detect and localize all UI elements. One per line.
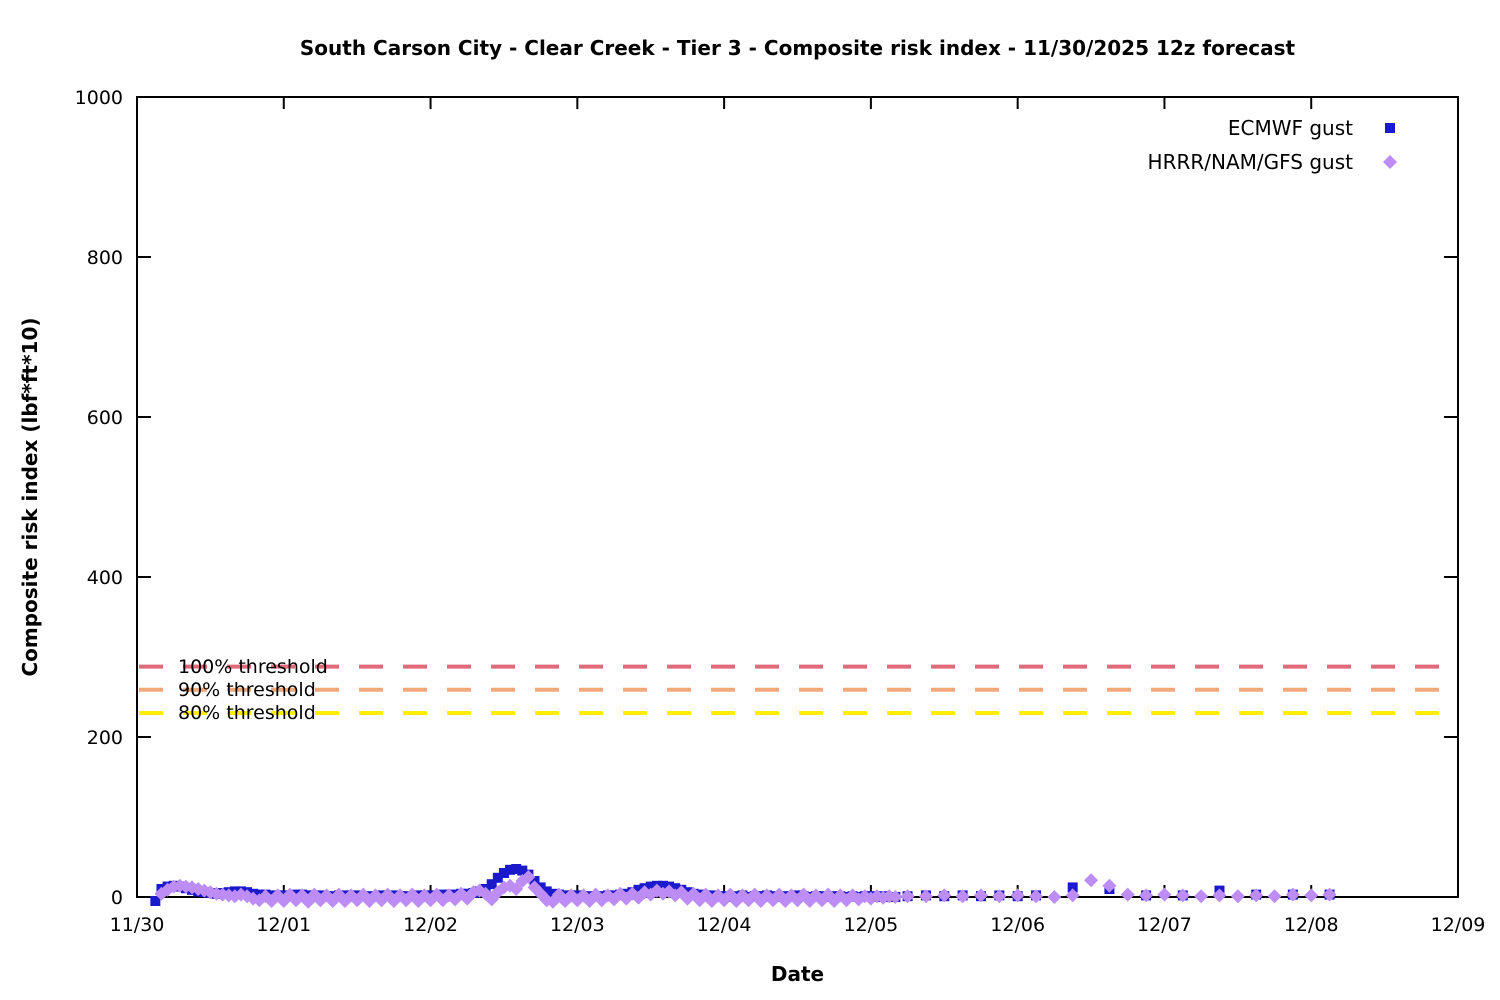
legend-marker-diamond-icon [1383,155,1397,169]
data-point-hrrr [1267,889,1282,904]
legend-item-ecmwf: ECMWF gust [1148,112,1399,144]
data-point-hrrr [1194,889,1209,904]
data-point-hrrr [1047,890,1062,904]
legend-label-hrrr-nam-gfs: HRRR/NAM/GFS gust [1147,150,1353,174]
legend-item-hrrr-nam-gfs: HRRR/NAM/GFS gust [1148,146,1399,178]
x-tick-label: 11/30 [110,914,165,936]
y-tick-label: 1000 [75,87,123,109]
y-tick-label: 600 [87,407,123,429]
legend-label-ecmwf: ECMWF gust [1227,116,1353,140]
y-axis-label: Composite risk index (lbf*ft*10) [18,317,42,677]
y-tick-label: 200 [87,727,123,749]
x-tick-label: 12/07 [1137,914,1192,936]
x-tick-label: 12/09 [1431,914,1486,936]
x-tick-label: 12/02 [403,914,458,936]
forecast-chart: South Carson City - Clear Creek - Tier 3… [0,0,1500,1000]
data-point-hrrr [1304,888,1319,903]
data-point-hrrr [1157,887,1172,902]
x-tick-label: 12/01 [256,914,311,936]
plot-frame [136,96,1459,898]
y-tick-label: 0 [111,887,123,909]
legend: ECMWF gust HRRR/NAM/GFS gust [1148,112,1399,178]
legend-marker-square-icon [1385,123,1395,133]
threshold-label-100: 100% threshold [178,655,328,678]
data-point-hrrr [1230,889,1245,904]
data-point-hrrr [1084,873,1099,888]
x-tick-label: 12/05 [844,914,899,936]
y-tick-label: 800 [87,247,123,269]
x-tick-label: 12/06 [990,914,1045,936]
x-tick-label: 12/04 [697,914,752,936]
threshold-label-80: 80% threshold [178,702,316,724]
x-axis-label: Date [770,962,825,986]
x-tick-label: 12/08 [1284,914,1339,936]
y-tick-label: 400 [87,567,123,589]
threshold-label-90: 90% threshold [178,678,316,701]
x-tick-label: 12/03 [550,914,605,936]
data-point-hrrr [1120,887,1135,902]
